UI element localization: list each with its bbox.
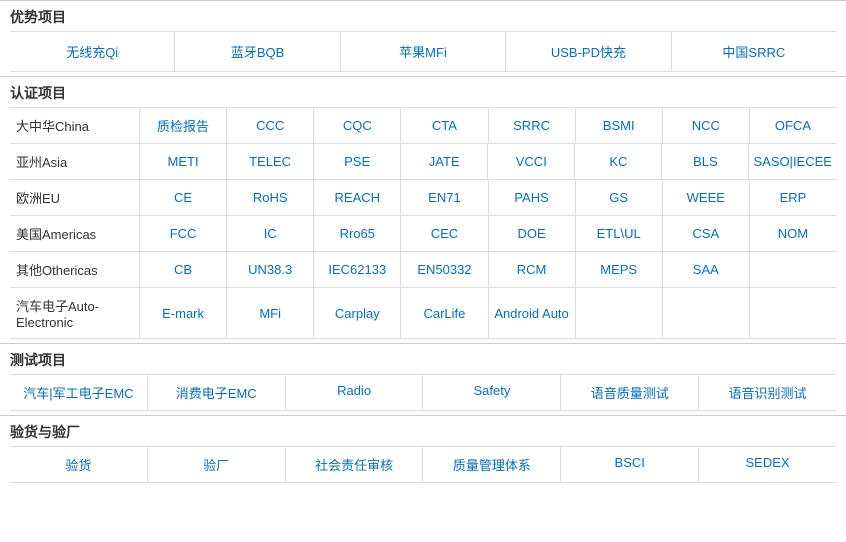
cert-cell bbox=[750, 252, 836, 287]
cert-cell[interactable]: Rro65 bbox=[314, 216, 401, 251]
cert-cell[interactable]: CB bbox=[140, 252, 227, 287]
cert-cell[interactable]: REACH bbox=[314, 180, 401, 215]
cert-cell[interactable]: 质检报告 bbox=[140, 108, 227, 143]
cert-cell[interactable]: JATE bbox=[401, 144, 488, 179]
cert-cell[interactable]: NOM bbox=[750, 216, 836, 251]
cert-cell[interactable]: E-mark bbox=[140, 288, 227, 338]
cert-cell[interactable]: METI bbox=[140, 144, 227, 179]
cert-cell[interactable]: PSE bbox=[314, 144, 401, 179]
certification-rows: 大中华China质检报告CCCCQCCTASRRCBSMINCCOFCA亚州As… bbox=[10, 107, 836, 339]
cert-cell[interactable]: MFi bbox=[227, 288, 314, 338]
cert-cell bbox=[663, 288, 750, 338]
test-cell[interactable]: Radio bbox=[286, 375, 424, 410]
cert-cell[interactable]: EN50332 bbox=[401, 252, 488, 287]
cert-cell[interactable]: IEC62133 bbox=[314, 252, 401, 287]
cert-cell[interactable]: BLS bbox=[662, 144, 749, 179]
test-cell[interactable]: 语音识别测试 bbox=[699, 375, 836, 410]
cert-cell[interactable]: CE bbox=[140, 180, 227, 215]
cert-cell[interactable]: SASO|IECEE bbox=[749, 144, 836, 179]
test-cell[interactable]: 语音质量测试 bbox=[561, 375, 699, 410]
cert-cell[interactable]: PAHS bbox=[489, 180, 576, 215]
verify-row: 验货验厂社会责任审核质量管理体系BSCISEDEX bbox=[10, 446, 836, 483]
cert-cell[interactable]: UN38.3 bbox=[227, 252, 314, 287]
cert-cell[interactable]: NCC bbox=[663, 108, 750, 143]
verify-cell[interactable]: 质量管理体系 bbox=[423, 447, 561, 482]
cert-cell[interactable]: BSMI bbox=[576, 108, 663, 143]
cert-row-label: 其他Othericas bbox=[10, 252, 140, 287]
verify-cell[interactable]: 验货 bbox=[10, 447, 148, 482]
cert-cell[interactable]: Android Auto bbox=[489, 288, 576, 338]
cert-row-label: 美国Americas bbox=[10, 216, 140, 251]
advantage-row: 无线充Qi蓝牙BQB苹果MFiUSB-PD快充中国SRRC bbox=[10, 31, 836, 72]
cert-cell[interactable]: FCC bbox=[140, 216, 227, 251]
verification-section: 验货与验厂 验货验厂社会责任审核质量管理体系BSCISEDEX bbox=[0, 415, 846, 487]
cert-cell[interactable]: RoHS bbox=[227, 180, 314, 215]
verify-cell[interactable]: 社会责任审核 bbox=[286, 447, 424, 482]
advantage-cell[interactable]: 中国SRRC bbox=[672, 32, 836, 71]
test-cell[interactable]: Safety bbox=[423, 375, 561, 410]
advantage-cell[interactable]: 蓝牙BQB bbox=[175, 32, 340, 71]
cert-cell[interactable]: SRRC bbox=[489, 108, 576, 143]
test-row: 汽车|军工电子EMC消费电子EMCRadioSafety语音质量测试语音识别测试 bbox=[10, 374, 836, 411]
cert-row-label: 汽车电子Auto-Electronic bbox=[10, 288, 140, 338]
cert-row: 亚州AsiaMETITELECPSEJATEVCCIKCBLSSASO|IECE… bbox=[10, 143, 836, 179]
verification-title: 验货与验厂 bbox=[10, 422, 836, 442]
cert-cell[interactable]: ERP bbox=[750, 180, 836, 215]
cert-cell bbox=[750, 288, 836, 338]
cert-cell[interactable]: CEC bbox=[401, 216, 488, 251]
cert-cell[interactable]: WEEE bbox=[663, 180, 750, 215]
advantage-cell[interactable]: 苹果MFi bbox=[341, 32, 506, 71]
cert-cell[interactable]: IC bbox=[227, 216, 314, 251]
cert-cell bbox=[576, 288, 663, 338]
cert-cell[interactable]: RCM bbox=[489, 252, 576, 287]
cert-cell[interactable]: OFCA bbox=[750, 108, 836, 143]
advantage-section: 优势项目 无线充Qi蓝牙BQB苹果MFiUSB-PD快充中国SRRC bbox=[0, 0, 846, 76]
advantage-cell[interactable]: 无线充Qi bbox=[10, 32, 175, 71]
cert-cell[interactable]: Carplay bbox=[314, 288, 401, 338]
cert-cell[interactable]: SAA bbox=[663, 252, 750, 287]
cert-row-label: 欧洲EU bbox=[10, 180, 140, 215]
cert-cell[interactable]: CSA bbox=[663, 216, 750, 251]
cert-row: 欧洲EUCERoHSREACHEN71PAHSGSWEEEERP bbox=[10, 179, 836, 215]
advantage-cell[interactable]: USB-PD快充 bbox=[506, 32, 671, 71]
certification-section: 认证项目 大中华China质检报告CCCCQCCTASRRCBSMINCCOFC… bbox=[0, 76, 846, 343]
verify-cell[interactable]: SEDEX bbox=[699, 447, 836, 482]
cert-cell[interactable]: DOE bbox=[489, 216, 576, 251]
cert-cell[interactable]: CTA bbox=[401, 108, 488, 143]
cert-row: 汽车电子Auto-ElectronicE-markMFiCarplayCarLi… bbox=[10, 287, 836, 339]
cert-row: 大中华China质检报告CCCCQCCTASRRCBSMINCCOFCA bbox=[10, 107, 836, 143]
cert-row: 美国AmericasFCCICRro65CECDOEETL\ULCSANOM bbox=[10, 215, 836, 251]
verify-cell[interactable]: 验厂 bbox=[148, 447, 286, 482]
test-cell[interactable]: 消费电子EMC bbox=[148, 375, 286, 410]
test-cell[interactable]: 汽车|军工电子EMC bbox=[10, 375, 148, 410]
advantage-title: 优势项目 bbox=[10, 7, 836, 27]
testing-section: 测试项目 汽车|军工电子EMC消费电子EMCRadioSafety语音质量测试语… bbox=[0, 343, 846, 415]
cert-cell[interactable]: KC bbox=[575, 144, 662, 179]
cert-row-label: 亚州Asia bbox=[10, 144, 140, 179]
verify-cell[interactable]: BSCI bbox=[561, 447, 699, 482]
cert-cell[interactable]: CQC bbox=[314, 108, 401, 143]
cert-cell[interactable]: VCCI bbox=[488, 144, 575, 179]
cert-cell[interactable]: MEPS bbox=[576, 252, 663, 287]
certification-title: 认证项目 bbox=[10, 83, 836, 103]
cert-cell[interactable]: CarLife bbox=[401, 288, 488, 338]
cert-cell[interactable]: CCC bbox=[227, 108, 314, 143]
cert-cell[interactable]: GS bbox=[576, 180, 663, 215]
cert-cell[interactable]: ETL\UL bbox=[576, 216, 663, 251]
testing-title: 测试项目 bbox=[10, 350, 836, 370]
cert-row-label: 大中华China bbox=[10, 108, 140, 143]
cert-cell[interactable]: EN71 bbox=[401, 180, 488, 215]
cert-row: 其他OthericasCBUN38.3IEC62133EN50332RCMMEP… bbox=[10, 251, 836, 287]
cert-cell[interactable]: TELEC bbox=[227, 144, 314, 179]
